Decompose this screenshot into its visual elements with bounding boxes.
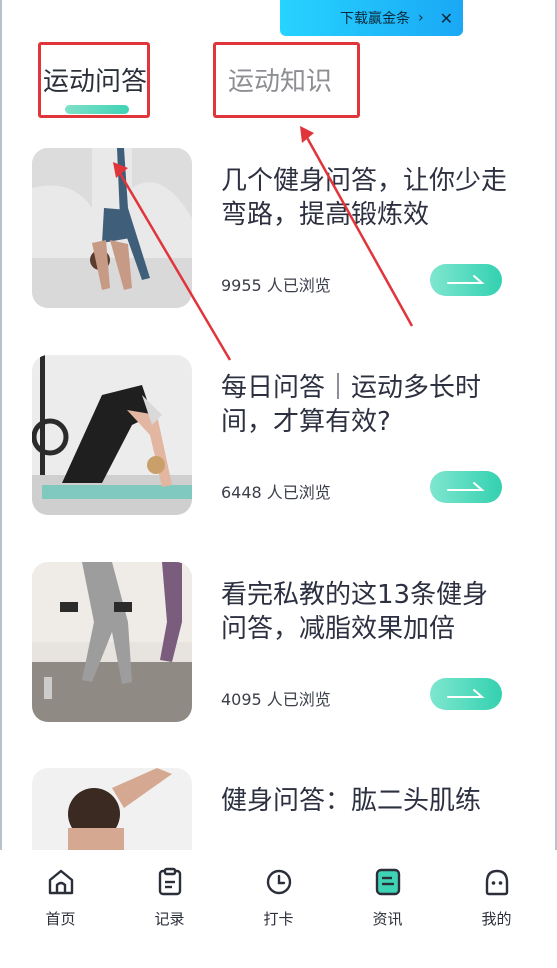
nav-item-checkin[interactable]: 打卡 <box>234 850 324 968</box>
list-item[interactable]: 几个健身问答，让你少走弯路，提高锻炼效 9955 人已浏览 <box>32 148 532 308</box>
tab-label: 运动知识 <box>228 67 333 97</box>
list-item[interactable]: 健身问答：肱二头肌练 <box>32 768 532 850</box>
nav-label: 我的 <box>481 910 512 928</box>
view-count: 9955 人已浏览 <box>221 276 331 295</box>
nav-item-profile[interactable]: 我的 <box>452 850 542 968</box>
nav-label: 记录 <box>154 910 185 928</box>
nav-item-news[interactable]: 资讯 <box>343 850 433 968</box>
clock-icon <box>266 869 291 895</box>
list-item[interactable]: 每日问答｜运动多长时间，才算有效? 6448 人已浏览 <box>32 355 532 515</box>
news-icon <box>375 868 400 896</box>
article-thumbnail[interactable] <box>32 355 192 515</box>
read-more-button[interactable] <box>430 678 502 710</box>
close-icon[interactable]: ✕ <box>440 9 453 28</box>
left-frame-line <box>0 0 2 968</box>
list-item[interactable]: 看完私教的这13条健身问答，减脂效果加倍 4095 人已浏览 <box>32 562 532 722</box>
arrow-right-icon <box>447 482 485 491</box>
nav-item-record[interactable]: 记录 <box>125 850 215 968</box>
article-thumbnail[interactable] <box>32 768 192 850</box>
view-count: 4095 人已浏览 <box>221 690 331 709</box>
chevron-right-icon: › <box>417 10 424 26</box>
nav-label: 打卡 <box>263 910 294 928</box>
article-title[interactable]: 每日问答｜运动多长时间，才算有效? <box>221 371 511 439</box>
bottom-navigation: 首页 记录 打卡 资讯 我的 <box>0 850 557 968</box>
nav-label: 首页 <box>45 910 76 928</box>
clipboard-icon <box>158 867 181 896</box>
article-thumbnail[interactable] <box>32 148 192 308</box>
article-thumbnail[interactable] <box>32 562 192 722</box>
banner-text: 下载赢金条 <box>339 11 410 27</box>
nav-item-home[interactable]: 首页 <box>16 850 106 968</box>
tab-label: 运动问答 <box>43 67 148 97</box>
article-title[interactable]: 几个健身问答，让你少走弯路，提高锻炼效 <box>221 164 511 232</box>
arrow-right-icon <box>447 689 485 698</box>
read-more-button[interactable] <box>430 264 502 296</box>
article-title[interactable]: 健身问答：肱二头肌练 <box>221 784 511 818</box>
nav-label: 资讯 <box>372 910 403 928</box>
tab-sports-qa[interactable]: 运动问答 <box>38 42 150 118</box>
active-tab-indicator <box>65 105 129 114</box>
download-banner[interactable]: 下载赢金条 › ✕ <box>280 0 463 36</box>
home-icon <box>48 869 73 895</box>
view-count: 6448 人已浏览 <box>221 483 331 502</box>
profile-icon <box>485 869 508 896</box>
article-title[interactable]: 看完私教的这13条健身问答，减脂效果加倍 <box>221 578 511 646</box>
tab-sports-knowledge[interactable]: 运动知识 <box>213 42 360 118</box>
arrow-right-icon <box>447 275 485 284</box>
read-more-button[interactable] <box>430 471 502 503</box>
